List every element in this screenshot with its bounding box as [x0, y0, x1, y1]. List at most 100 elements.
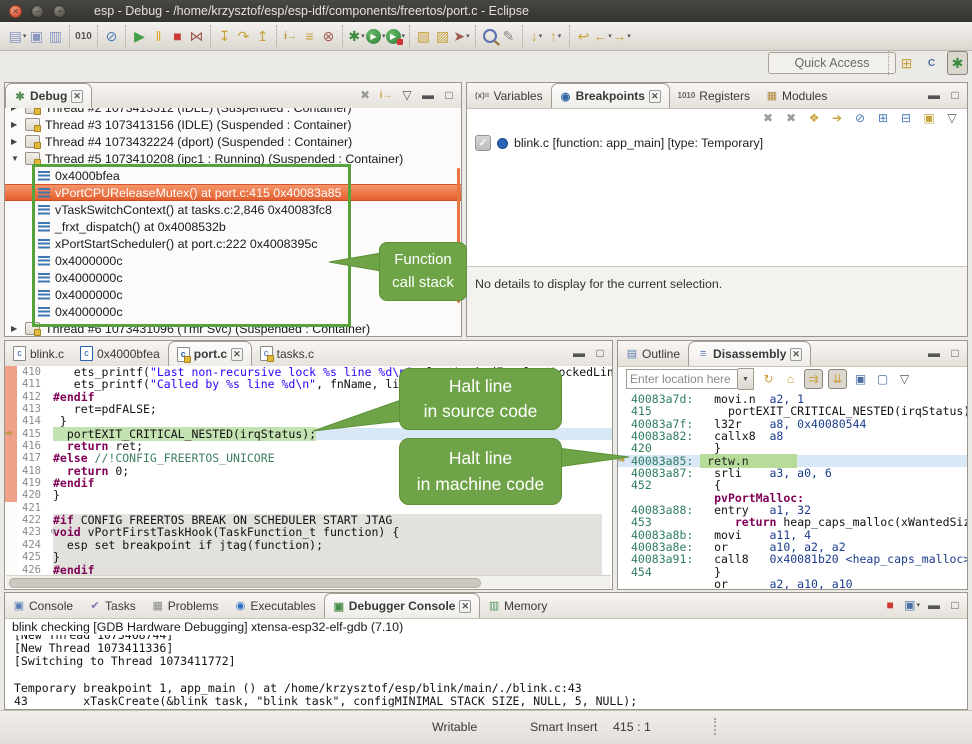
tab-tasks-c[interactable]: ctasks.c	[252, 341, 322, 366]
tab-outline[interactable]: ▤Outline	[618, 341, 688, 366]
step-over-button[interactable]: ↷	[234, 25, 253, 47]
step-into-button[interactable]: ↧	[215, 25, 234, 47]
tab-debug[interactable]: ✱Debug✕	[5, 83, 92, 108]
tab-console[interactable]: ▣Console	[5, 593, 81, 618]
show-full-frames-button[interactable]: ≡	[300, 25, 319, 47]
stack-frame-row[interactable]: 0x4000000c	[5, 303, 461, 320]
debug-call-stack-tree[interactable]: ▶Thread #2 1073413312 (IDLE) (Suspended …	[5, 108, 461, 336]
chevron-right-icon[interactable]: ▶	[11, 120, 20, 129]
window-maximize-button[interactable]: +	[53, 5, 66, 18]
tab-port-c[interactable]: cport.c✕	[168, 341, 252, 366]
close-icon[interactable]: ✕	[790, 348, 802, 361]
debug-thread-row[interactable]: ▶Thread #2 1073413312 (IDLE) (Suspended …	[5, 108, 461, 116]
window-minimize-button[interactable]: −	[31, 5, 44, 18]
search-button[interactable]	[480, 25, 499, 47]
remove-all-terminated-button[interactable]: ✖	[358, 87, 372, 103]
run-button[interactable]: ▶▾	[366, 25, 386, 47]
dropdown-arrow-icon[interactable]: ▾	[558, 32, 562, 40]
location-combo[interactable]: Enter location here ▼	[626, 368, 754, 390]
minimize-button[interactable]: ▬	[927, 597, 941, 613]
resume-button[interactable]: ▶	[130, 25, 149, 47]
minimize-button[interactable]: ▬	[927, 345, 941, 361]
previous-annotation-button[interactable]: ↑▾	[546, 25, 565, 47]
tab-executables[interactable]: ◉Executables	[226, 593, 323, 618]
editor-horizontal-scrollbar[interactable]	[6, 575, 611, 588]
view-menu-button[interactable]: ▽	[400, 87, 414, 103]
save-all-button[interactable]: ▥	[46, 25, 65, 47]
display-selected-console-button[interactable]: ▣▾	[904, 597, 920, 613]
open-resource-button[interactable]: ▨	[433, 25, 452, 47]
breakpoint-item[interactable]: ✓ blink.c [function: app_main] [type: Te…	[475, 135, 963, 151]
show-breakpoints-for-selection-button[interactable]: ❖	[807, 110, 821, 126]
disassembly-listing[interactable]: 40083a7d: movi.n a2, 1415 portEXIT_CRITI…	[618, 393, 967, 589]
minimize-button[interactable]: ▬	[421, 87, 435, 103]
stack-frame-row[interactable]: _frxt_dispatch() at 0x4008532b	[5, 218, 461, 235]
stack-frame-row[interactable]: vTaskSwitchContext() at tasks.c:2,846 0x…	[5, 201, 461, 218]
instruction-stepping-button[interactable]: i→	[281, 25, 300, 47]
window-close-button[interactable]: ✕	[9, 5, 22, 18]
quick-access-button[interactable]: Quick Access	[768, 52, 896, 74]
terminate-console-button[interactable]: ■	[883, 597, 897, 613]
debug-thread-row[interactable]: ▼Thread #5 1073410208 (ipc1 : Running) (…	[5, 150, 461, 167]
view-menu-button[interactable]: ▽	[896, 370, 913, 388]
debug-button[interactable]: ✱▾	[347, 25, 366, 47]
disconnect-button[interactable]: ⋈	[187, 25, 206, 47]
profile-button[interactable]: ▶▾	[386, 25, 406, 47]
mark-occurrences-button[interactable]: ✎	[499, 25, 518, 47]
collapse-icon[interactable]: ⊖	[51, 526, 56, 538]
open-new-view-button[interactable]: ▢	[874, 370, 891, 388]
tab-disassembly[interactable]: ≡Disassembly✕	[688, 341, 811, 366]
scrollbar-thumb[interactable]	[9, 578, 481, 588]
cpp-perspective-button[interactable]: C	[922, 52, 941, 74]
expand-all-button[interactable]: ⊞	[876, 110, 890, 126]
chevron-down-icon[interactable]: ▼	[11, 154, 20, 163]
dropdown-arrow-icon[interactable]: ▾	[916, 601, 920, 609]
sync-active-context-button[interactable]: ⇊	[828, 369, 847, 389]
tab-modules[interactable]: ▦Modules	[758, 83, 835, 108]
breakpoint-checkbox[interactable]: ✓	[475, 135, 491, 151]
last-edit-location-button[interactable]: ↩	[574, 25, 593, 47]
dropdown-arrow-icon[interactable]: ▾	[539, 32, 543, 40]
close-icon[interactable]: ✕	[71, 90, 83, 103]
copy-button[interactable]: ▣	[852, 370, 869, 388]
chevron-right-icon[interactable]: ▶	[11, 108, 20, 112]
view-menu-button[interactable]: ▽	[945, 110, 959, 126]
tab-tasks[interactable]: ✔Tasks	[81, 593, 144, 618]
maximize-button[interactable]: □	[593, 345, 607, 361]
suspend-button[interactable]: ‖	[149, 25, 168, 47]
home-button[interactable]: ⌂	[782, 370, 799, 388]
next-annotation-button[interactable]: ↓▾	[527, 25, 546, 47]
chevron-right-icon[interactable]: ▶	[11, 137, 20, 146]
maximize-button[interactable]: □	[948, 345, 962, 361]
dropdown-arrow-icon[interactable]: ▾	[361, 32, 365, 40]
refresh-button[interactable]: ↻	[760, 370, 777, 388]
console-output[interactable]: [New Thread 1073468744][New Thread 10734…	[7, 635, 965, 707]
dropdown-arrow-icon[interactable]: ▾	[23, 32, 27, 40]
tab-debugger-console[interactable]: ▣Debugger Console✕	[324, 593, 480, 618]
external-tools-button[interactable]: ➤▾	[452, 25, 471, 47]
tab-problems[interactable]: ▦Problems	[144, 593, 227, 618]
use-step-filters-button[interactable]: ⊗	[319, 25, 338, 47]
debug-thread-row[interactable]: ▶Thread #4 1073432224 (dport) (Suspended…	[5, 133, 461, 150]
tab-0x4000bfea[interactable]: c0x4000bfea	[72, 341, 168, 366]
go-to-file-for-breakpoint-button[interactable]: ➔	[830, 110, 844, 126]
stack-frame-row[interactable]: 0x4000bfea	[5, 167, 461, 184]
tab-variables[interactable]: (x)=Variables	[467, 83, 551, 108]
chevron-down-icon[interactable]: ▼	[738, 368, 754, 390]
debug-thread-row[interactable]: ▶Thread #6 1073431096 (Tmr Svc) (Suspend…	[5, 320, 461, 336]
new-wizard-button[interactable]: ▤▾	[8, 25, 27, 47]
debug-perspective-button[interactable]: ✱	[947, 51, 968, 75]
save-button[interactable]: ▣	[27, 25, 46, 47]
link-with-debug-view-button[interactable]: ▣	[922, 110, 936, 126]
tab-breakpoints[interactable]: ◉Breakpoints✕	[551, 83, 670, 108]
close-icon[interactable]: ✕	[459, 600, 471, 613]
debug-thread-row[interactable]: ▶Thread #3 1073413156 (IDLE) (Suspended …	[5, 116, 461, 133]
stack-frame-row[interactable]: vPortCPUReleaseMutex() at port.c:415 0x4…	[5, 184, 461, 201]
tab-memory[interactable]: ▥Memory	[480, 593, 555, 618]
dropdown-arrow-icon[interactable]: ▾	[466, 32, 470, 40]
close-icon[interactable]: ✕	[231, 348, 243, 361]
maximize-button[interactable]: □	[442, 87, 456, 103]
collapse-all-button[interactable]: ⊟	[899, 110, 913, 126]
binary-view-button[interactable]: 010	[74, 25, 93, 47]
open-type-button[interactable]: ▧	[414, 25, 433, 47]
